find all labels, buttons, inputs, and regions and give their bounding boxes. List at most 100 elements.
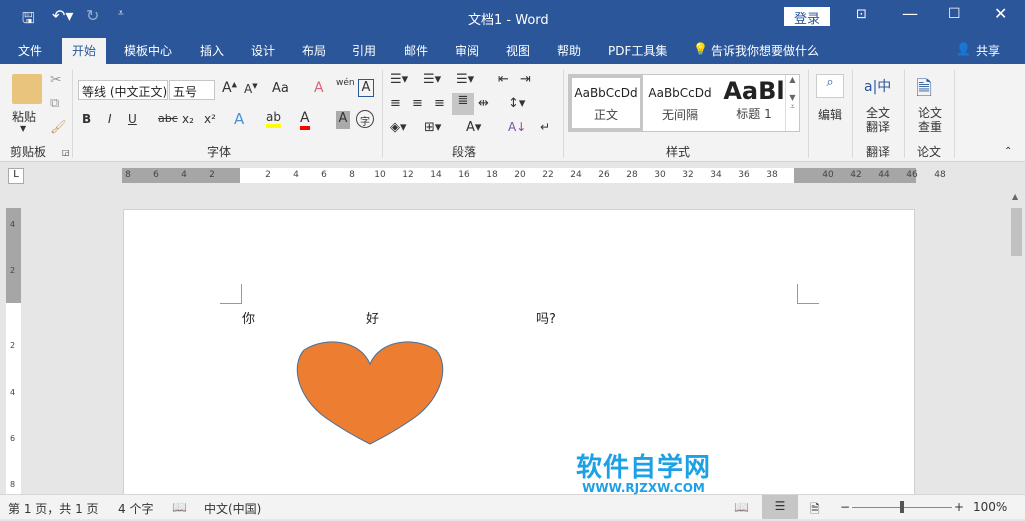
language[interactable]: 中文(中国) [204,500,261,517]
doc-text: 好 [366,312,380,327]
horizontal-ruler[interactable]: 8 6 4 2 2 4 6 8 10 12 14 16 18 20 22 24 26 28 30 32 34 36 38 40… [122,168,946,183]
dialog-launcher-icon[interactable]: ◲ [62,148,70,157]
tab-insert[interactable]: 插入 [200,42,224,59]
web-layout-icon[interactable]: 🗎 [810,500,820,521]
document-page[interactable]: 你 好 吗? 软件自学网 WWW.RJZXW.COM [123,209,915,499]
sort-icon[interactable]: A↓ [508,120,526,134]
character-shading-icon[interactable]: A [336,111,350,129]
paragraph-group-label: 段落 [452,145,477,159]
tab-references[interactable]: 引用 [352,42,376,59]
borders-icon[interactable]: ⊞▾ [424,120,441,135]
subscript-button[interactable]: x₂ [182,112,194,126]
tab-templates[interactable]: 模板中心 [124,42,172,59]
superscript-button[interactable]: x² [204,112,216,126]
ribbon-display-icon[interactable]: ⊡ [856,7,867,22]
paper-check-icon[interactable]: 🗎 [916,74,932,108]
shading-icon[interactable]: ◈▾ [390,120,407,135]
underline-button[interactable]: U [128,112,137,126]
share-button[interactable]: 共享 [976,42,1000,59]
line-spacing-icon[interactable]: ↕▾ [508,96,525,111]
increase-indent-icon[interactable]: ⇥ [520,72,531,87]
copy-icon[interactable]: ⧉ [50,96,59,111]
font-name-value: 等线 (中文正文) [82,85,168,99]
font-name-select[interactable]: 等线 (中文正文) [78,80,168,100]
style-no-spacing[interactable]: AaBbCcDd 无间隔 [643,75,717,131]
paste-dropdown-icon[interactable]: ▼ [20,124,26,133]
font-size-select[interactable]: 五号 [169,80,215,100]
show-marks-icon[interactable]: ↵ [540,120,550,134]
close-icon[interactable]: ✕ [994,4,1007,23]
distributed-icon[interactable]: ⇹ [478,96,489,111]
styles-scroll[interactable]: ▲ ▼ ⩡ [785,75,799,131]
maximize-icon[interactable]: ☐ [948,6,961,22]
print-layout-icon[interactable]: ☰ [762,495,798,519]
zoom-slider-thumb[interactable] [900,501,904,513]
login-button[interactable]: 登录 [784,7,830,27]
cut-icon[interactable]: ✂ [50,72,62,88]
tab-file[interactable]: 文件 [18,42,42,59]
tab-pdf[interactable]: PDF工具集 [608,42,667,59]
font-color-icon[interactable]: A [300,110,310,130]
window-title: 文档1 - Word [468,13,549,28]
search-icon[interactable]: ⌕ [816,74,844,98]
style-heading-1[interactable]: AaBl 标题 1 [717,75,791,131]
proofing-icon[interactable]: 📖 [172,500,187,514]
customize-icon[interactable]: ⩡ [118,8,124,19]
ruler-tick: 30 [654,170,666,180]
decrease-indent-icon[interactable]: ⇤ [498,72,509,87]
grow-font-icon[interactable]: A▲ [222,80,237,96]
tab-home[interactable]: 开始 [62,38,107,64]
undo-icon[interactable]: ↶▾ [52,6,73,25]
read-mode-icon[interactable]: 📖 [734,500,749,514]
phonetic-guide-button[interactable]: wén [336,78,355,88]
page-count[interactable]: 第 1 页，共 1 页 [8,500,99,517]
save-icon[interactable]: 🖫 [22,8,35,33]
style-normal[interactable]: AaBbCcDd 正文 [569,75,643,131]
align-left-icon[interactable]: ≡ [390,96,401,111]
align-right-icon[interactable]: ≡ [434,96,445,111]
full-translate-button[interactable]: 全文翻译 [864,106,892,134]
zoom-in-button[interactable]: + [954,500,964,514]
align-center-icon[interactable]: ≡ [412,96,423,111]
tab-review[interactable]: 审阅 [455,42,479,59]
tell-me-search[interactable]: 告诉我你想要做什么 [711,42,819,59]
paste-button[interactable]: 粘贴 [12,108,36,125]
tab-selector[interactable]: L [8,168,24,184]
editing-button[interactable]: 编辑 [818,106,842,123]
redo-icon[interactable]: ↻ [86,6,99,25]
tab-help[interactable]: 帮助 [557,42,581,59]
format-painter-icon[interactable]: 🖌 [50,120,67,135]
numbering-icon[interactable]: ☰▾ [423,72,441,87]
character-border-icon[interactable]: A [358,79,374,97]
translate-icon[interactable]: a|中 [864,76,891,96]
shrink-font-icon[interactable]: A▼ [244,82,258,96]
justify-icon[interactable]: ≣ [452,93,474,115]
tab-design[interactable]: 设计 [251,42,275,59]
italic-button[interactable]: I [108,112,112,126]
collapse-ribbon-icon[interactable]: ⌃ [1004,146,1012,157]
heart-shape[interactable] [296,336,444,446]
vertical-scrollbar[interactable]: ▲ [1008,190,1025,494]
zoom-out-button[interactable]: − [840,500,850,514]
bullets-icon[interactable]: ☰▾ [390,72,408,87]
chinese-layout-icon[interactable]: A▾ [466,120,481,135]
tab-layout[interactable]: 布局 [302,42,326,59]
strikethrough-button[interactable]: abc [158,112,178,125]
text-effects-icon[interactable]: A [234,110,244,128]
clear-formatting-icon[interactable]: A [314,80,324,96]
minimize-icon[interactable]: — [902,4,918,23]
enclose-char-button[interactable]: 字 [356,110,374,128]
paper-check-button[interactable]: 论文查重 [916,106,944,134]
word-count[interactable]: 4 个字 [118,500,153,517]
tab-mailings[interactable]: 邮件 [404,42,428,59]
zoom-level[interactable]: 100% [973,500,1007,514]
multilevel-list-icon[interactable]: ☰▾ [456,72,474,87]
tab-view[interactable]: 视图 [506,42,530,59]
change-case-button[interactable]: Aa [272,81,289,96]
highlight-icon[interactable]: ab [266,110,281,128]
scrollbar-thumb[interactable] [1011,208,1022,256]
paste-icon[interactable] [12,74,42,104]
vertical-ruler[interactable]: 4 2 2 4 6 8 [6,208,21,498]
vertical-ruler-tick: 8 [10,480,16,489]
bold-button[interactable]: B [82,112,91,126]
